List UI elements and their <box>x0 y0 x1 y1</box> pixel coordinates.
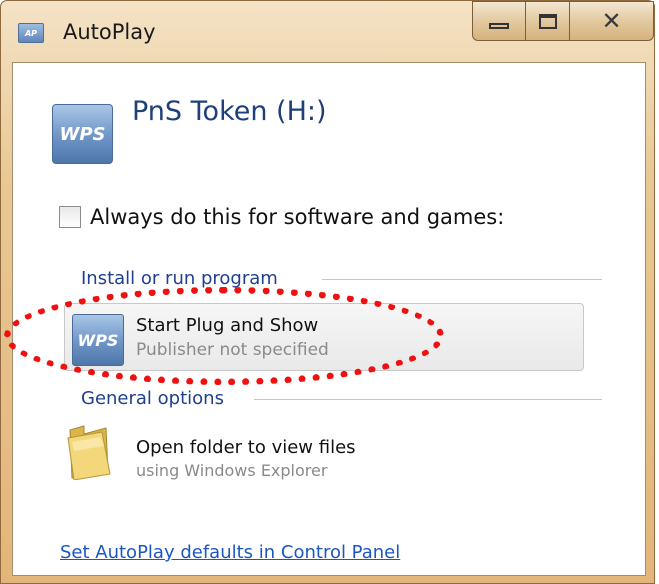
open-folder-option-subtitle: using Windows Explorer <box>136 461 328 480</box>
option-subtitle: Publisher not specified <box>136 340 329 360</box>
close-icon: ✕ <box>601 7 622 35</box>
folder-icon <box>67 425 111 480</box>
caption-buttons: ✕ <box>472 1 654 43</box>
general-group-divider <box>254 399 602 400</box>
install-group-header: Install or run program <box>81 268 278 289</box>
install-group-divider <box>322 279 602 280</box>
start-plug-and-show-option[interactable] <box>64 303 584 371</box>
option-title[interactable]: Start Plug and Show <box>136 315 318 336</box>
wps-drive-icon: WPS <box>52 104 113 164</box>
close-button[interactable]: ✕ <box>570 1 654 41</box>
minimize-button[interactable] <box>472 1 526 41</box>
always-do-this-label[interactable]: Always do this for software and games: <box>90 205 504 229</box>
wps-program-icon: WPS <box>72 314 124 366</box>
drive-title: PnS Token (H:) <box>132 96 327 127</box>
control-panel-link[interactable]: Set AutoPlay defaults in Control Panel <box>60 542 400 563</box>
general-group-header: General options <box>81 388 224 409</box>
window-title: AutoPlay <box>63 20 156 44</box>
maximize-button[interactable] <box>526 1 570 41</box>
maximize-icon <box>538 13 557 29</box>
always-do-this-checkbox[interactable] <box>59 206 81 228</box>
open-folder-option-title[interactable]: Open folder to view files <box>136 437 356 458</box>
minimize-icon <box>489 23 509 29</box>
autoplay-window-icon: AP <box>18 23 44 43</box>
